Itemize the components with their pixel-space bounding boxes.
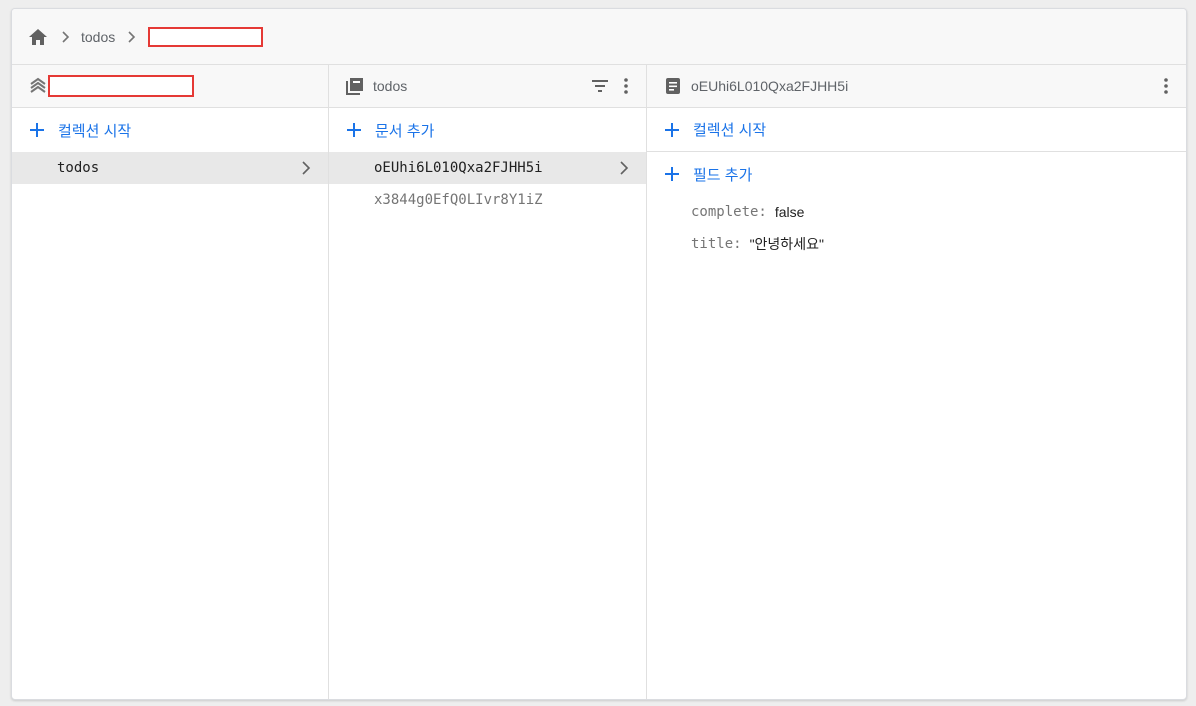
breadcrumb-redacted-item [148,26,264,47]
chevron-right-icon [55,27,75,47]
add-field-button[interactable]: 필드 추가 [647,152,1186,196]
field-value: "안녕하세요" [749,236,824,252]
document-header-actions [1156,65,1176,107]
field-key: title: [691,236,742,252]
field-value: false [774,204,805,220]
plus-icon [28,121,46,139]
project-name-redacted [48,75,194,97]
document-column: oEUhi6L010Qxa2FJHH5i 컬렉션 시작 필드 추가 comple… [647,65,1186,699]
home-icon[interactable] [27,26,49,48]
collection-item-todos[interactable]: todos [12,152,328,184]
chevron-right-icon [296,158,316,178]
breadcrumb-item-todos[interactable]: todos [81,29,115,45]
plus-icon [663,165,681,183]
document-item[interactable]: x3844g0EfQ0LIvr8Y1iZ [329,184,646,216]
root-column-header [12,65,328,108]
document-item[interactable]: oEUhi6L010Qxa2FJHH5i [329,152,646,184]
more-vert-icon[interactable] [1156,76,1176,96]
add-field-label: 필드 추가 [693,166,753,184]
panel-columns: 컬렉션 시작 todos todos 문서 추가 oEUhi6L010Qxa2F… [12,65,1186,699]
document-title: oEUhi6L010Qxa2FJHH5i [691,78,849,94]
collection-item-label: todos [57,160,100,176]
root-column: 컬렉션 시작 todos [12,65,329,699]
field-row-title[interactable]: title: "안녕하세요" [647,228,1186,260]
document-column-header: oEUhi6L010Qxa2FJHH5i [647,65,1186,108]
start-subcollection-label: 컬렉션 시작 [693,122,767,139]
chevron-right-icon [121,27,141,47]
collection-column: todos 문서 추가 oEUhi6L010Qxa2FJHH5i x3844g0… [329,65,647,699]
add-document-label: 문서 추가 [375,122,435,140]
chevron-right-icon [614,158,634,178]
document-item-label: x3844g0EfQ0LIvr8Y1iZ [374,192,543,208]
filter-icon[interactable] [590,76,610,96]
start-subcollection-button[interactable]: 컬렉션 시작 [647,108,1186,152]
field-key: complete: [691,204,767,220]
collection-header-actions [590,65,636,107]
start-collection-button[interactable]: 컬렉션 시작 [12,108,328,152]
firestore-data-panel: todos 컬렉션 시작 todos todos 문서 추가 oEUhi6L01… [11,8,1187,700]
field-row-complete[interactable]: complete: false [647,196,1186,228]
start-collection-label: 컬렉션 시작 [58,122,132,140]
database-stack-icon [28,76,48,96]
collection-column-header: todos [329,65,646,108]
plus-icon [663,121,681,139]
document-icon [663,76,683,96]
add-document-button[interactable]: 문서 추가 [329,108,646,152]
more-vert-icon[interactable] [616,76,636,96]
collection-icon [345,76,365,96]
collection-title: todos [373,78,408,94]
breadcrumb: todos [12,9,1186,65]
plus-icon [345,121,363,139]
document-item-label: oEUhi6L010Qxa2FJHH5i [374,160,543,176]
